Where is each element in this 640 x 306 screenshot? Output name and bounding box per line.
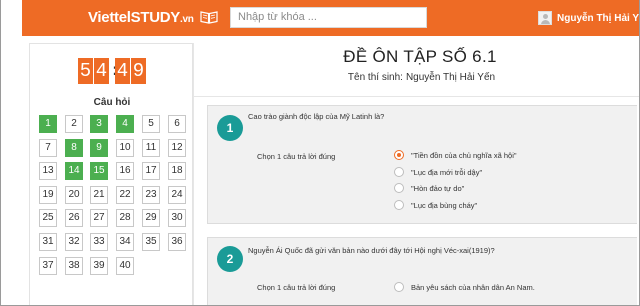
answer-option[interactable]: "Tiền đồn của chủ nghĩa xã hội" <box>394 150 517 160</box>
question-nav-button[interactable]: 21 <box>90 186 108 204</box>
answer-prompt: Chọn 1 câu trả lời đúng <box>257 283 336 292</box>
question-nav-button[interactable]: 9 <box>90 139 108 157</box>
logo-text: ViettelSTUDY <box>88 9 180 26</box>
top-navbar: ViettelSTUDY.vn Nhập từ khóa ... Nguyễn … <box>22 0 640 36</box>
question-card: 1 Cao trào giành độc lập của Mỹ Latinh l… <box>207 105 637 224</box>
question-nav-button[interactable]: 12 <box>168 139 186 157</box>
answer-option-text: "Lục địa bùng cháy" <box>411 200 478 210</box>
question-nav-button[interactable]: 39 <box>90 257 108 275</box>
radio-button[interactable] <box>394 282 404 292</box>
question-nav-button[interactable]: 28 <box>116 209 134 227</box>
exam-title: ĐỀ ÔN TẬP SỐ 6.1 <box>343 47 497 66</box>
question-panel-title: Câu hỏi <box>93 97 131 108</box>
answer-option-text: "Hòn đảo tự do" <box>411 183 465 193</box>
question-nav-button[interactable]: 35 <box>142 233 160 251</box>
logo[interactable]: ViettelSTUDY.vn <box>88 9 194 26</box>
question-nav-button[interactable]: 20 <box>65 186 83 204</box>
answer-option[interactable]: "Hòn đảo tự do" <box>394 183 464 193</box>
question-nav-button[interactable]: 8 <box>65 139 83 157</box>
question-nav-button[interactable]: 13 <box>39 162 57 180</box>
timer-separator: : <box>110 58 120 84</box>
answer-prompt: Chọn 1 câu trả lời đúng <box>257 152 336 161</box>
question-nav-button[interactable]: 23 <box>142 186 160 204</box>
question-number: 1 <box>217 115 243 141</box>
question-nav-button[interactable]: 34 <box>116 233 134 251</box>
question-nav-button[interactable]: 6 <box>168 115 186 133</box>
question-nav-button[interactable]: 31 <box>39 233 57 251</box>
countdown-timer: 5 4 : 4 9 <box>78 58 147 84</box>
question-nav-button[interactable]: 29 <box>142 209 160 227</box>
question-nav-button[interactable]: 5 <box>142 115 160 133</box>
question-nav-button[interactable]: 19 <box>39 186 57 204</box>
question-nav-button[interactable]: 17 <box>142 162 160 180</box>
answer-option-text: "Tiền đồn của chủ nghĩa xã hội" <box>411 150 517 160</box>
question-nav-button[interactable]: 14 <box>65 162 83 180</box>
question-nav-button[interactable]: 18 <box>168 162 186 180</box>
question-nav-button[interactable]: 26 <box>65 209 83 227</box>
question-nav-button[interactable]: 32 <box>65 233 83 251</box>
student-info: Tên thí sinh: Nguyễn Thị Hải Yến <box>200 72 639 83</box>
question-nav-button[interactable]: 7 <box>39 139 57 157</box>
question-nav-button[interactable]: 25 <box>39 209 57 227</box>
question-card: 2 Nguyễn Ái Quốc đã gửi văn bản nào dưới… <box>207 237 637 305</box>
question-nav-button[interactable]: 30 <box>168 209 186 227</box>
logo-suffix: .vn <box>179 14 194 25</box>
question-nav-button[interactable]: 15 <box>90 162 108 180</box>
question-text: Cao trào giành độc lập của Mỹ Latinh là? <box>248 112 385 121</box>
radio-button[interactable] <box>394 167 404 177</box>
user-menu[interactable]: Nguyễn Thị Hải Yến <box>538 10 640 26</box>
question-nav-button[interactable]: 37 <box>39 257 57 275</box>
answer-option-text: "Lục địa mới trỗi dậy" <box>411 167 483 177</box>
avatar <box>538 11 552 25</box>
question-nav-button[interactable]: 22 <box>116 186 134 204</box>
search-input[interactable]: Nhập từ khóa ... <box>230 7 427 28</box>
radio-button[interactable] <box>394 150 404 160</box>
column-divider <box>193 43 194 305</box>
question-nav-button[interactable]: 2 <box>65 115 83 133</box>
answer-option-text: Bản yêu sách của nhân dân An Nam. <box>411 282 535 292</box>
question-nav-button[interactable]: 3 <box>90 115 108 133</box>
question-nav-button[interactable]: 27 <box>90 209 108 227</box>
question-nav-button[interactable]: 10 <box>116 139 134 157</box>
question-number: 2 <box>217 246 243 272</box>
question-nav-button[interactable]: 36 <box>168 233 186 251</box>
student-label: Tên thí sinh: <box>347 72 403 83</box>
answer-option[interactable]: Bản yêu sách của nhân dân An Nam. <box>394 282 535 292</box>
answer-option[interactable]: "Lục địa bùng cháy" <box>394 200 477 210</box>
question-nav-button[interactable]: 40 <box>116 257 134 275</box>
student-name: Nguyễn Thị Hải Yến <box>405 72 496 83</box>
radio-button[interactable] <box>394 200 404 210</box>
question-nav-button[interactable]: 33 <box>90 233 108 251</box>
question-nav-button[interactable]: 11 <box>142 139 160 157</box>
question-nav-button[interactable]: 16 <box>116 162 134 180</box>
header-divider <box>194 96 639 97</box>
timer-digit: 5 <box>78 58 93 84</box>
left-panel: 5 4 : 4 9 Câu hỏi 1234567891011121314151… <box>29 43 193 305</box>
book-icon[interactable] <box>200 10 218 24</box>
user-name: Nguyễn Thị Hải Yến <box>557 12 640 24</box>
question-nav-button[interactable]: 1 <box>39 115 57 133</box>
question-nav-button[interactable]: 24 <box>168 186 186 204</box>
radio-button[interactable] <box>394 183 404 193</box>
question-text: Nguyễn Ái Quốc đã gửi văn bản nào dưới đ… <box>248 246 495 255</box>
question-nav-button[interactable]: 38 <box>65 257 83 275</box>
timer-digit: 4 <box>115 58 130 84</box>
timer-digit: 4 <box>94 58 109 84</box>
timer-digit: 9 <box>131 58 146 84</box>
answer-option[interactable]: "Lục địa mới trỗi dậy" <box>394 167 482 177</box>
question-nav-button[interactable]: 4 <box>116 115 134 133</box>
app-window: ViettelSTUDY.vn Nhập từ khóa ... Nguyễn … <box>0 0 640 306</box>
